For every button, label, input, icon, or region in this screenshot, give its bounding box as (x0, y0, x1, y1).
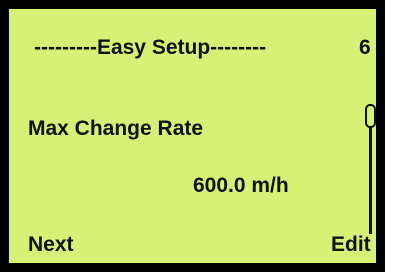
edit-softkey[interactable]: Edit (331, 233, 371, 257)
device-bezel: ---------Easy Setup-------- 6 Max Change… (0, 0, 385, 272)
lcd-screen: ---------Easy Setup-------- 6 Max Change… (9, 9, 376, 263)
parameter-value: 600.0 m/h (193, 174, 289, 197)
parameter-label: Max Change Rate (28, 117, 204, 140)
scrollbar-thumb (365, 104, 376, 128)
scrollbar (365, 104, 377, 234)
next-softkey[interactable]: Next (28, 233, 74, 257)
menu-title: ---------Easy Setup-------- (34, 36, 267, 59)
page-number: 6 (359, 36, 371, 59)
